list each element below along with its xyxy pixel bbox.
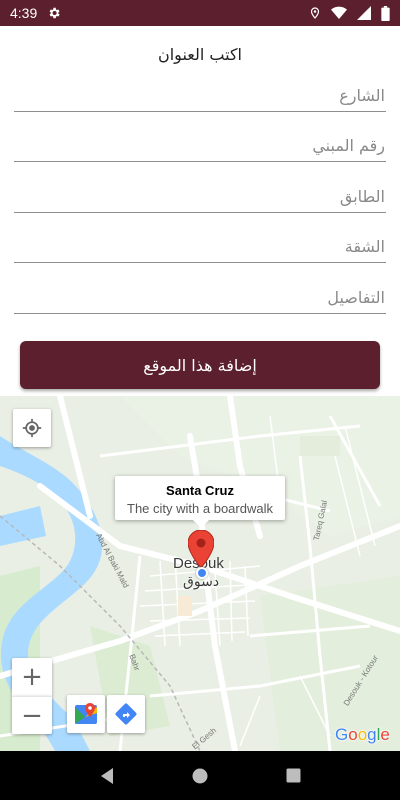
directions-button[interactable]	[107, 695, 145, 733]
open-google-maps-button[interactable]	[67, 695, 105, 733]
info-window-title: Santa Cruz	[166, 483, 234, 498]
add-location-button[interactable]: إضافة هذا الموقع	[20, 341, 380, 389]
marker-info-window[interactable]: Santa Cruz The city with a boardwalk	[115, 476, 285, 528]
status-time: 4:39	[10, 5, 38, 21]
settings-icon	[47, 6, 61, 20]
info-window-snippet: The city with a boardwalk	[127, 501, 273, 516]
street-field[interactable]	[14, 74, 386, 112]
location-icon	[309, 6, 321, 20]
wifi-icon	[331, 6, 347, 20]
floor-field[interactable]	[14, 175, 386, 213]
my-location-icon	[22, 418, 42, 438]
back-icon	[100, 767, 113, 784]
zoom-out-button[interactable]: −	[12, 696, 52, 734]
battery-icon	[381, 5, 390, 21]
details-input[interactable]	[14, 276, 386, 313]
street-input[interactable]	[14, 74, 386, 111]
app-screen: 4:39 اكتب العنوان الشارع رقم المبني الطا…	[0, 0, 400, 800]
building-number-input[interactable]	[14, 124, 386, 161]
google-maps-icon	[75, 703, 97, 724]
zoom-out-icon: −	[21, 700, 43, 731]
floor-input[interactable]	[14, 175, 386, 212]
system-nav-bar	[0, 751, 400, 800]
status-left: 4:39	[10, 5, 61, 21]
building-number-field[interactable]	[14, 124, 386, 162]
apartment-input[interactable]	[14, 225, 386, 262]
status-bar: 4:39	[0, 0, 400, 26]
google-logo: Google	[335, 725, 390, 744]
directions-icon	[115, 703, 137, 725]
zoom-in-button[interactable]: +	[12, 658, 52, 696]
my-location-dot	[196, 567, 208, 579]
home-icon	[192, 768, 208, 783]
signal-icon	[357, 6, 371, 20]
map-view[interactable]: Abd Al Baki Mald Tareq Galal Desouk - Ko…	[0, 396, 400, 751]
zoom-in-icon: +	[21, 662, 43, 692]
map-pin-icon[interactable]	[187, 529, 215, 572]
recents-icon	[286, 768, 301, 783]
details-field[interactable]	[14, 276, 386, 314]
apartment-field[interactable]	[14, 225, 386, 263]
my-location-button[interactable]	[13, 409, 51, 447]
recents-button[interactable]	[273, 756, 313, 796]
form-title: اكتب العنوان	[157, 45, 242, 64]
back-button[interactable]	[87, 756, 127, 796]
status-right	[309, 5, 390, 21]
home-button[interactable]	[180, 756, 220, 796]
